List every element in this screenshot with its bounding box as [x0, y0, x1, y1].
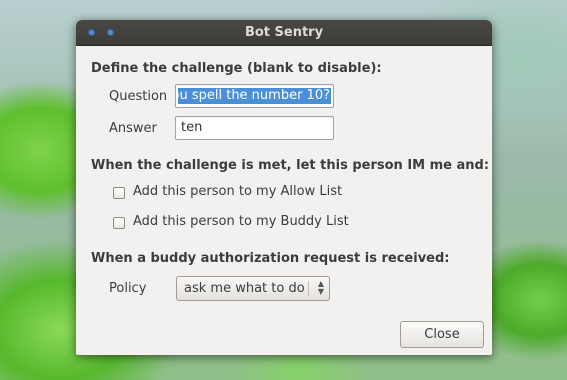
bot-sentry-dialog: Bot Sentry Define the challenge (blank t… — [76, 20, 492, 355]
question-label: Question — [109, 89, 168, 104]
dialog-content: Define the challenge (blank to disable):… — [76, 46, 492, 355]
question-text: ou spell the number 10? — [178, 88, 331, 104]
combo-separator — [308, 281, 309, 296]
answer-input[interactable]: ten — [175, 116, 334, 140]
challenge-heading: Define the challenge (blank to disable): — [91, 61, 382, 76]
title-bar[interactable]: Bot Sentry — [76, 20, 492, 46]
close-button[interactable]: Close — [400, 321, 484, 348]
question-selection: ou spell the number 10? — [178, 88, 331, 104]
answer-label: Answer — [109, 121, 157, 136]
policy-label: Policy — [109, 281, 147, 296]
window-title: Bot Sentry — [244, 25, 324, 40]
question-input[interactable]: ou spell the number 10? — [175, 84, 334, 108]
buddy-auth-heading: When a buddy authorization request is re… — [91, 251, 450, 266]
allow-list-label[interactable]: Add this person to my Allow List — [133, 184, 342, 199]
buddy-list-label[interactable]: Add this person to my Buddy List — [133, 214, 349, 229]
policy-select[interactable]: ask me what to do ▲ ▼ — [176, 276, 330, 301]
challenge-met-heading: When the challenge is met, let this pers… — [91, 158, 490, 173]
allow-list-checkbox[interactable] — [113, 187, 125, 199]
buddy-list-checkbox[interactable] — [113, 217, 125, 229]
answer-text: ten — [181, 120, 203, 135]
up-down-arrows-icon: ▲ ▼ — [317, 279, 324, 296]
policy-value: ask me what to do — [184, 281, 305, 296]
